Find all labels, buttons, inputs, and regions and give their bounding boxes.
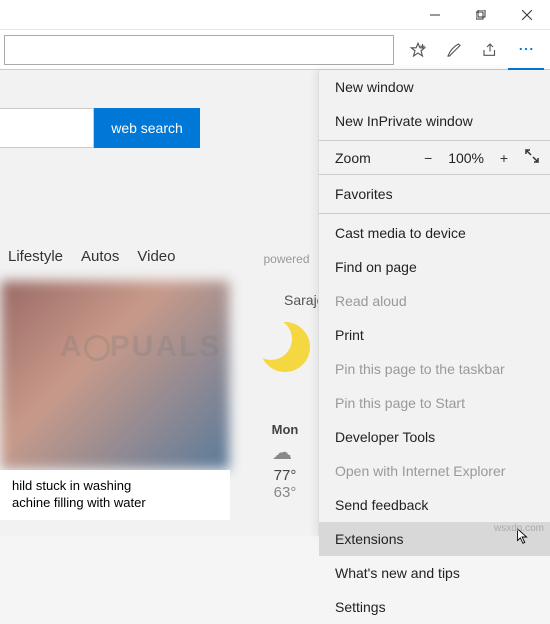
zoom-value: 100% <box>448 150 484 166</box>
news-card-caption: hild stuck in washing achine filling wit… <box>0 470 230 520</box>
fullscreen-button[interactable] <box>524 149 540 166</box>
zoom-label: Zoom <box>335 150 371 166</box>
tab-lifestyle[interactable]: Lifestyle <box>8 248 63 266</box>
menu-read-aloud: Read aloud <box>319 284 550 318</box>
powered-label: powered <box>263 252 309 266</box>
window-titlebar <box>0 0 550 30</box>
menu-whats-new[interactable]: What's new and tips <box>319 556 550 590</box>
menu-new-window[interactable]: New window <box>319 70 550 104</box>
forecast-day-label: Mon <box>260 422 310 437</box>
menu-send-feedback[interactable]: Send feedback <box>319 488 550 522</box>
menu-separator <box>319 174 550 175</box>
menu-favorites[interactable]: Favorites <box>319 177 550 211</box>
menu-zoom-row: Zoom − 100% + <box>319 143 550 172</box>
menu-extensions-label: Extensions <box>335 531 403 547</box>
tab-video[interactable]: Video <box>137 248 175 266</box>
menu-open-ie: Open with Internet Explorer <box>319 454 550 488</box>
menu-pin-start: Pin this page to Start <box>319 386 550 420</box>
nav-tabs: Lifestyle Autos Video powered <box>8 248 310 266</box>
cloud-icon: ☁ <box>272 440 292 465</box>
browser-toolbar <box>0 30 550 70</box>
menu-developer-tools[interactable]: Developer Tools <box>319 420 550 454</box>
forecast-day: Mon ☁ 77° 63° <box>260 422 310 501</box>
image-attribution: wsxdn.com <box>494 523 544 534</box>
menu-find[interactable]: Find on page <box>319 250 550 284</box>
menu-separator <box>319 213 550 214</box>
menu-settings[interactable]: Settings <box>319 590 550 624</box>
favorites-icon[interactable] <box>400 30 436 70</box>
menu-cast[interactable]: Cast media to device <box>319 216 550 250</box>
address-bar[interactable] <box>4 35 394 65</box>
share-icon[interactable] <box>472 30 508 70</box>
minimize-button[interactable] <box>412 0 458 30</box>
web-search-button[interactable]: web search <box>94 108 200 148</box>
zoom-in-button[interactable]: + <box>496 150 512 166</box>
restore-button[interactable] <box>458 0 504 30</box>
zoom-out-button[interactable]: − <box>420 150 436 166</box>
forecast-low: 63° <box>260 484 310 501</box>
more-icon[interactable] <box>508 30 544 70</box>
search-bar: web search <box>0 108 200 148</box>
menu-pin-taskbar: Pin this page to the taskbar <box>319 352 550 386</box>
settings-menu: New window New InPrivate window Zoom − 1… <box>318 70 550 536</box>
search-input[interactable] <box>0 108 94 148</box>
menu-new-inprivate[interactable]: New InPrivate window <box>319 104 550 138</box>
tab-autos[interactable]: Autos <box>81 248 119 266</box>
forecast-high: 77° <box>260 467 310 484</box>
close-button[interactable] <box>504 0 550 30</box>
news-card-image[interactable] <box>0 280 230 470</box>
menu-print[interactable]: Print <box>319 318 550 352</box>
menu-separator <box>319 140 550 141</box>
notes-icon[interactable] <box>436 30 472 70</box>
moon-icon <box>260 322 320 382</box>
